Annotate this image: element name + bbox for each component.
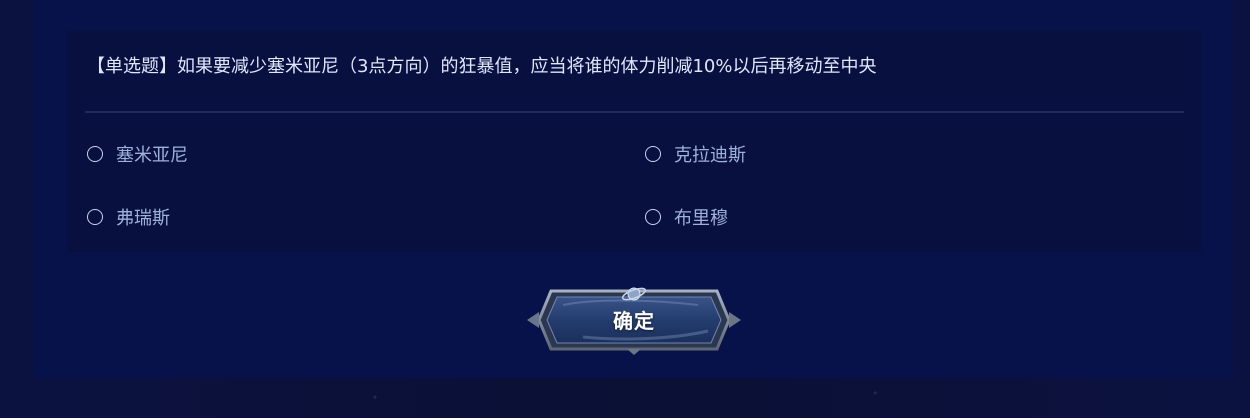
option-label: 塞米亚尼 [116, 145, 188, 166]
option-d[interactable]: 布里穆 [645, 205, 728, 229]
planet-ornament-icon [621, 287, 647, 301]
radio-unchecked-icon[interactable] [645, 146, 661, 162]
radio-unchecked-icon[interactable] [87, 146, 103, 162]
option-label: 布里穆 [674, 208, 728, 229]
question-divider [85, 111, 1184, 113]
option-label: 弗瑞斯 [116, 208, 170, 229]
option-label: 克拉迪斯 [674, 145, 746, 166]
option-c[interactable]: 弗瑞斯 [87, 205, 170, 229]
radio-unchecked-icon[interactable] [87, 209, 103, 225]
question-text: 【单选题】如果要减少塞米亚尼（3点方向）的狂暴值，应当将谁的体力削减10%以后再… [87, 56, 877, 77]
option-a[interactable]: 塞米亚尼 [87, 142, 188, 166]
option-b[interactable]: 克拉迪斯 [645, 142, 746, 166]
confirm-button-label: 确定 [613, 309, 655, 333]
confirm-button[interactable]: 确定 [523, 285, 745, 355]
radio-unchecked-icon[interactable] [645, 209, 661, 225]
